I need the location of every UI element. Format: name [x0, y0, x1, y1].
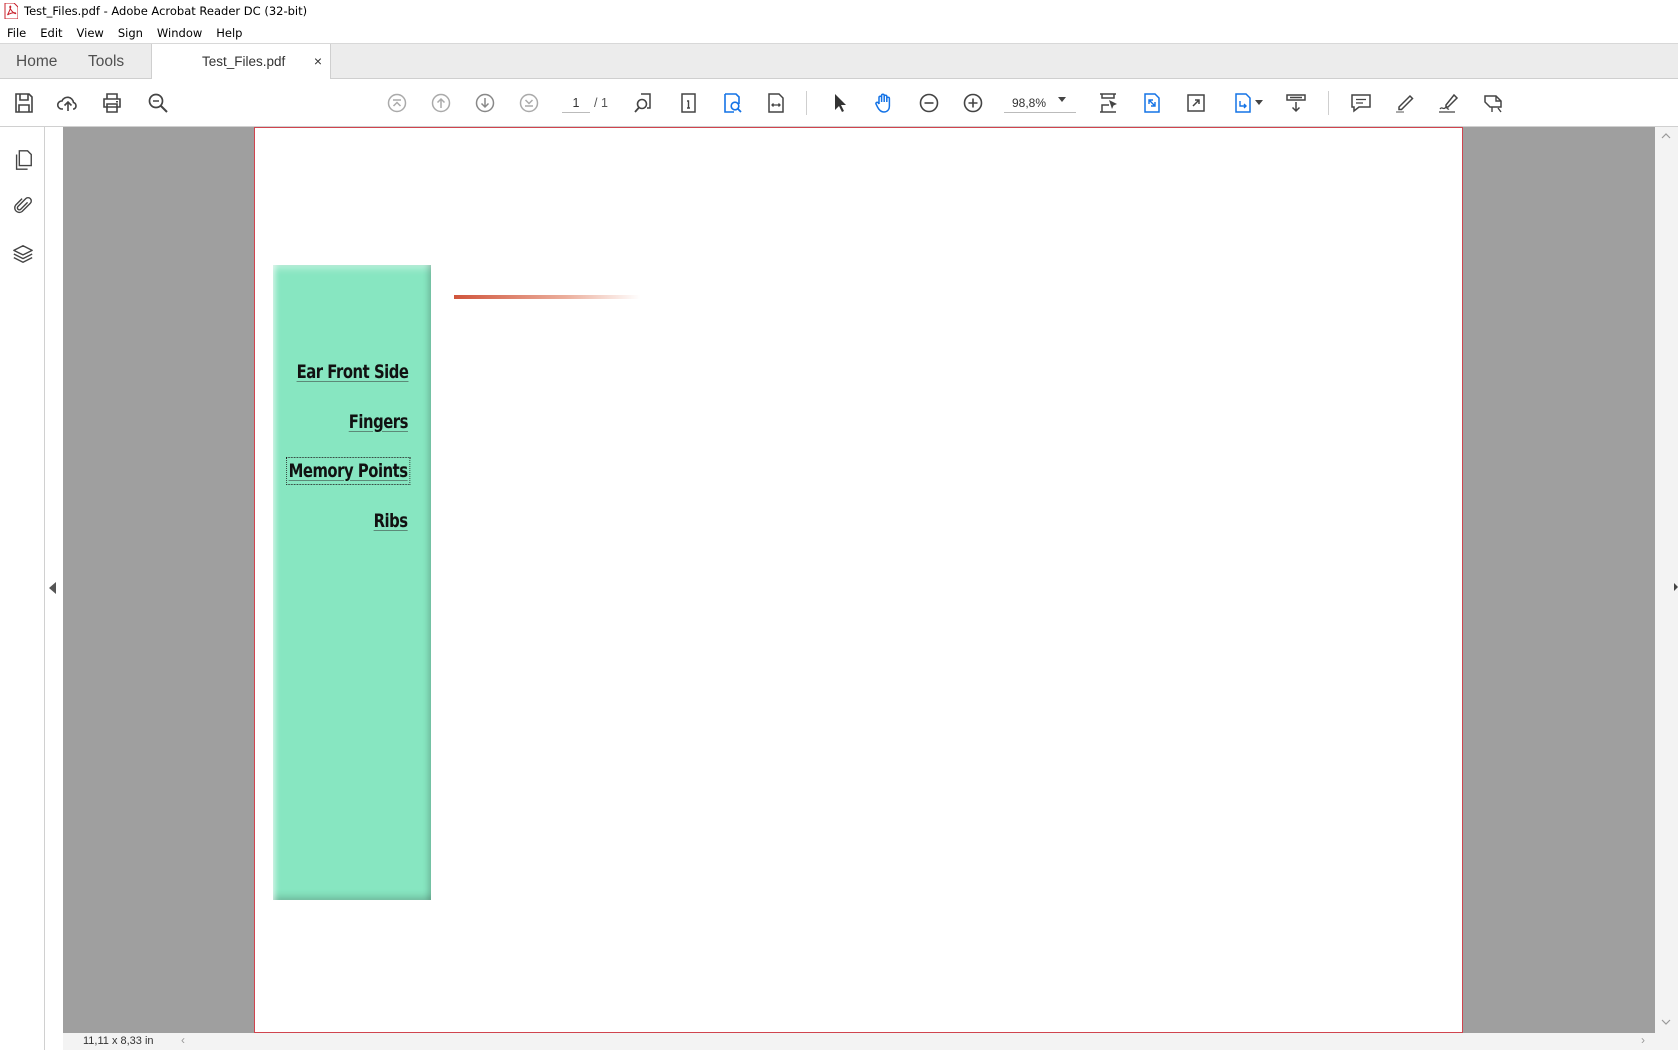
- hand-icon[interactable]: [871, 90, 897, 116]
- tab-home[interactable]: Home: [16, 44, 57, 79]
- zoom-out-icon[interactable]: [916, 90, 942, 116]
- search-zoom-icon[interactable]: [145, 90, 171, 116]
- pages-icon[interactable]: [10, 147, 36, 173]
- fit-width-icon[interactable]: [763, 90, 789, 116]
- attachment-icon[interactable]: [10, 193, 36, 219]
- link-fingers[interactable]: Fingers: [349, 411, 409, 433]
- comment-icon[interactable]: [1348, 90, 1374, 116]
- accent-line: [454, 295, 640, 299]
- rotate-icon[interactable]: [1230, 90, 1256, 116]
- menu-bar: File Edit View Sign Window Help: [0, 22, 1678, 43]
- title-bar: Test_Files.pdf - Adobe Acrobat Reader DC…: [0, 0, 1678, 22]
- menu-file[interactable]: File: [0, 26, 33, 40]
- prev-page-icon[interactable]: [428, 90, 454, 116]
- tts-icon[interactable]: [1283, 90, 1309, 116]
- scroll-left-icon[interactable]: ‹: [181, 1033, 185, 1047]
- left-navigation-rail: [0, 127, 45, 1050]
- right-panel-expand-icon[interactable]: [1674, 583, 1678, 591]
- menu-sign[interactable]: Sign: [111, 26, 150, 40]
- zoom-dropdown-icon[interactable]: [1058, 97, 1066, 102]
- rotate-dropdown-icon[interactable]: [1255, 100, 1263, 105]
- toolbar-separator: [1328, 91, 1329, 115]
- link-ear-front-side[interactable]: Ear Front Side: [296, 361, 408, 383]
- zoom-level-input[interactable]: 98,8%: [1004, 93, 1076, 113]
- first-page-icon[interactable]: [384, 90, 410, 116]
- scroll-right-icon[interactable]: ›: [1641, 1033, 1645, 1047]
- layers-icon[interactable]: [10, 241, 36, 267]
- menu-edit[interactable]: Edit: [33, 26, 69, 40]
- link-memory-points[interactable]: Memory Points: [286, 457, 411, 485]
- window-title: Test_Files.pdf - Adobe Acrobat Reader DC…: [24, 4, 308, 18]
- menu-help[interactable]: Help: [209, 26, 249, 40]
- read-mode-icon[interactable]: [719, 90, 745, 116]
- print-icon[interactable]: [99, 90, 125, 116]
- scroll-down-icon[interactable]: [1661, 1017, 1671, 1027]
- tabs-row: Home Tools Test_Files.pdf ×: [0, 43, 1678, 80]
- close-tab-icon[interactable]: ×: [314, 44, 322, 79]
- navigation-panel: Ear Front Side Fingers Memory Points Rib…: [273, 265, 431, 900]
- scroll-up-icon[interactable]: [1661, 131, 1671, 141]
- last-page-icon[interactable]: [516, 90, 542, 116]
- vertical-scrollbar[interactable]: [1655, 127, 1678, 1033]
- upload-icon[interactable]: [55, 90, 81, 116]
- stamp-icon[interactable]: [1481, 90, 1507, 116]
- zoom-in-icon[interactable]: [960, 90, 986, 116]
- link-ribs[interactable]: Ribs: [374, 510, 409, 532]
- next-page-icon[interactable]: [472, 90, 498, 116]
- save-icon[interactable]: [11, 90, 37, 116]
- document-viewport[interactable]: Ear Front Side Fingers Memory Points Rib…: [63, 127, 1655, 1033]
- page-number-input[interactable]: 1: [562, 93, 590, 113]
- page-size-label: 11,11 x 8,33 in: [83, 1035, 154, 1047]
- toolbar-separator: [806, 91, 807, 115]
- find-icon[interactable]: [631, 90, 657, 116]
- tab-document-label: Test_Files.pdf: [202, 54, 286, 69]
- acrobat-app-icon: [4, 3, 18, 19]
- page-total: / 1: [594, 96, 608, 110]
- fit-page-icon[interactable]: [1139, 90, 1165, 116]
- status-bar: 11,11 x 8,33 in ‹ ›: [63, 1033, 1678, 1050]
- page-view-icon[interactable]: [675, 90, 701, 116]
- menu-window[interactable]: Window: [150, 26, 209, 40]
- toolbar: 1 / 1 98,8%: [0, 79, 1678, 127]
- pdf-page: Ear Front Side Fingers Memory Points Rib…: [254, 127, 1463, 1033]
- marquee-zoom-icon[interactable]: [1095, 90, 1121, 116]
- select-cursor-icon[interactable]: [827, 90, 853, 116]
- expand-panel-icon[interactable]: [49, 582, 56, 594]
- menu-view[interactable]: View: [70, 26, 111, 40]
- highlight-icon[interactable]: [1392, 90, 1418, 116]
- tab-tools[interactable]: Tools: [88, 44, 124, 79]
- sign-icon[interactable]: [1436, 90, 1462, 116]
- full-screen-icon[interactable]: [1183, 90, 1209, 116]
- tab-document[interactable]: Test_Files.pdf ×: [151, 44, 331, 80]
